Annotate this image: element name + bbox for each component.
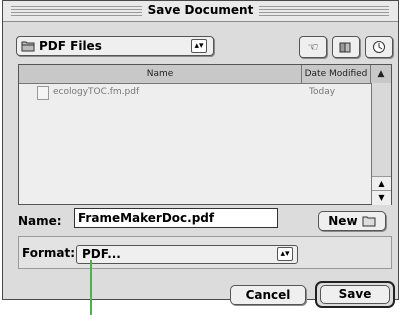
new-folder-button[interactable]: New	[318, 211, 386, 231]
sort-direction-button[interactable]: ▲	[371, 65, 391, 84]
format-popup[interactable]: PDF... ▴▾	[76, 245, 298, 264]
pointer-icon: ☜	[307, 40, 319, 54]
scroll-up-button[interactable]: ▲	[372, 176, 391, 191]
recent-icon	[373, 41, 385, 53]
file-row[interactable]: ecologyTOC.fm.pdf Today	[19, 85, 370, 101]
file-name: ecologyTOC.fm.pdf	[53, 87, 140, 97]
location-popup[interactable]: PDF Files ▴▾	[16, 36, 214, 56]
folder-icon	[21, 41, 35, 52]
vertical-scrollbar[interactable]: ▲ ▼	[371, 83, 391, 205]
format-value: PDF...	[82, 247, 121, 261]
format-label: Format:	[22, 246, 76, 260]
file-browser: Name Date Modified ▲ ecologyTOC.fm.pdf T…	[18, 64, 392, 205]
callout-line	[90, 260, 92, 315]
scroll-down-button[interactable]: ▼	[372, 190, 391, 205]
column-header-date[interactable]: Date Modified	[302, 65, 371, 84]
document-icon	[37, 86, 49, 100]
shortcuts-button[interactable]	[332, 36, 360, 58]
title-bar[interactable]: Save Document	[3, 1, 398, 22]
window-title: Save Document	[3, 3, 398, 17]
pointer-button[interactable]: ☜	[299, 36, 327, 58]
new-folder-label: New	[328, 214, 358, 228]
recent-button[interactable]	[365, 36, 393, 58]
save-button-label: Save	[320, 285, 390, 304]
format-arrows-icon: ▴▾	[277, 247, 293, 261]
name-label: Name:	[18, 214, 62, 228]
sort-ascending-icon: ▲	[377, 69, 385, 79]
folder-menu-icon	[339, 42, 351, 53]
new-folder-icon	[362, 216, 376, 227]
save-button[interactable]: Save	[315, 281, 395, 308]
column-header-name[interactable]: Name	[19, 65, 302, 84]
file-date: Today	[309, 87, 336, 97]
popup-arrows-icon: ▴▾	[191, 39, 207, 53]
file-name-input[interactable]	[74, 208, 278, 228]
location-label: PDF Files	[39, 39, 102, 53]
cancel-button[interactable]: Cancel	[230, 285, 306, 305]
